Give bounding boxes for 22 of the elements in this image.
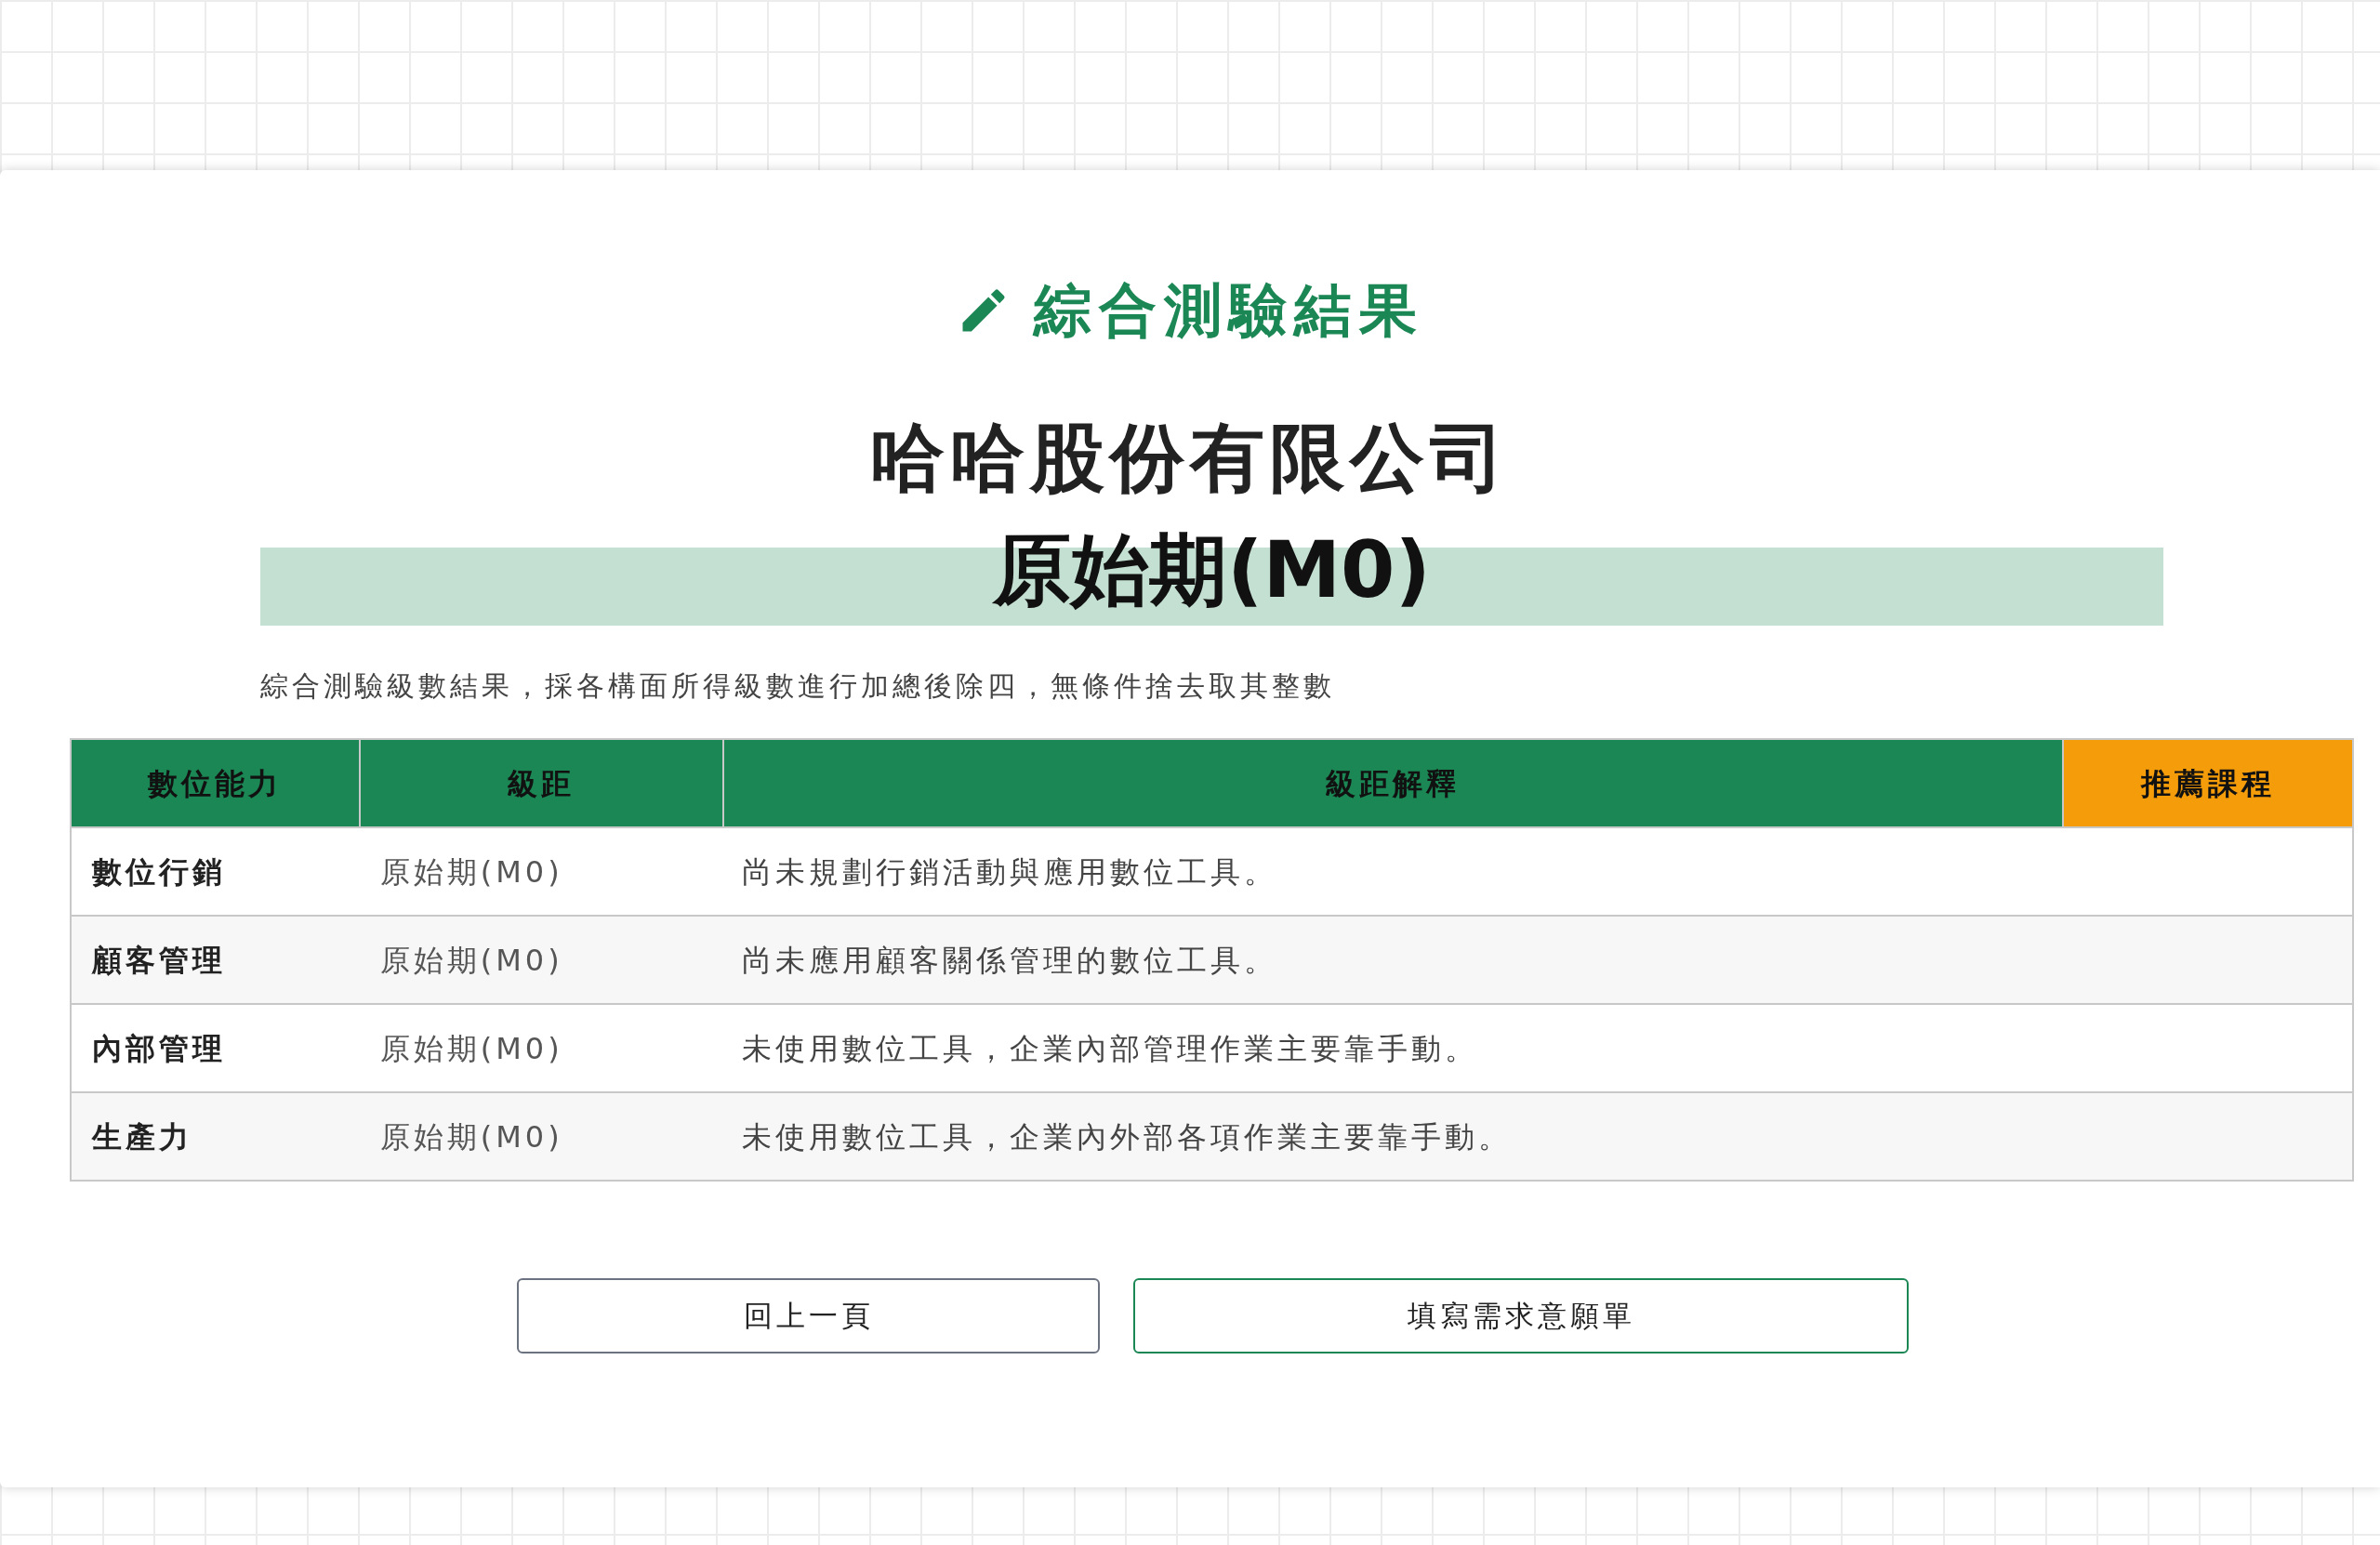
range-cell: 原始期(M0) [359, 1092, 723, 1181]
column-header: 推薦課程 [2063, 739, 2353, 827]
explanation-cell: 尚未規劃行銷活動與應用數位工具。 [722, 827, 2064, 916]
column-header: 數位能力 [71, 739, 360, 827]
note-text: 綜合測驗級數結果，採各構面所得級數進行加總後除四，無條件捨去取其整數 [260, 668, 1336, 704]
maturity-level: 原始期(M0) [993, 531, 1431, 609]
ability-cell: 內部管理 [71, 1004, 360, 1092]
column-header: 級距解釋 [722, 739, 2064, 827]
ability-cell: 顧客管理 [71, 916, 360, 1004]
fill-form-button[interactable]: 填寫需求意願單 [1133, 1278, 1909, 1354]
explanation-cell: 未使用數位工具，企業內外部各項作業主要靠手動。 [722, 1092, 2064, 1181]
company-name: 哈哈股份有限公司 [870, 421, 1510, 495]
range-cell: 原始期(M0) [359, 916, 723, 1004]
range-cell: 原始期(M0) [359, 1004, 723, 1092]
page-title: 綜合測驗結果 [1034, 282, 1424, 339]
ability-cell: 生產力 [71, 1092, 360, 1181]
explanation-cell: 未使用數位工具，企業內部管理作業主要靠手動。 [722, 1004, 2064, 1092]
ability-cell: 數位行銷 [71, 827, 360, 916]
column-header: 級距 [359, 739, 723, 827]
range-cell: 原始期(M0) [359, 827, 723, 916]
explanation-cell: 尚未應用顧客關係管理的數位工具。 [722, 916, 2064, 1004]
back-button[interactable]: 回上一頁 [517, 1278, 1100, 1354]
